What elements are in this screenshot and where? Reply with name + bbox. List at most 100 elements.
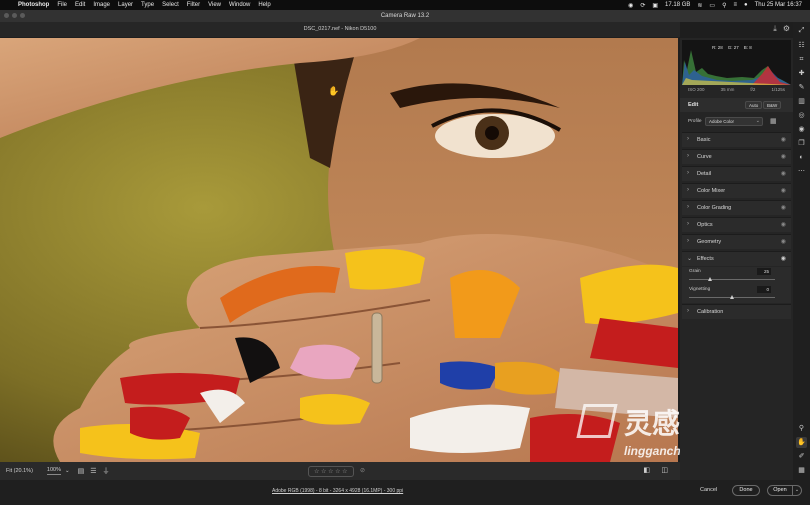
creative-cloud-icon[interactable]: ◉ [628,2,633,9]
radial-filter-icon[interactable]: ◎ [796,110,807,121]
search-icon[interactable]: ⚲ [722,2,726,9]
visibility-eye-icon[interactable]: ◉ [781,170,786,177]
menu-filter[interactable]: Filter [187,2,200,8]
section-calibration[interactable]: › Calibration [682,304,791,319]
section-color-mixer[interactable]: › Color Mixer ◉ [682,183,791,198]
section-color-grading[interactable]: › Color Grading ◉ [682,200,791,215]
exif-iso: ISO 200 [688,87,705,92]
zoom-tool-icon[interactable]: ⚲ [796,423,807,434]
cancel-button[interactable]: Cancel [700,487,717,493]
menu-app-name[interactable]: Photoshop [18,2,49,8]
section-curve[interactable]: › Curve ◉ [682,149,791,164]
menu-type[interactable]: Type [141,2,154,8]
profile-dropdown-value: Adobe Color [709,119,735,124]
sync-icon[interactable]: ⟳ [640,2,645,9]
exif-info: ISO 200 35 mm f/2 1/125s [680,87,793,97]
menu-layer[interactable]: Layer [118,2,133,8]
chevron-right-icon: › [687,204,689,210]
profile-row: Profile Adobe Color ⌄ ▦ [680,116,793,128]
wifi-icon[interactable]: ≋ [697,2,702,9]
grain-value-field[interactable]: 25 [757,268,771,275]
red-eye-icon[interactable]: ◉ [796,124,807,135]
section-optics[interactable]: › Optics ◉ [682,217,791,232]
auto-button[interactable]: Auto [745,101,763,109]
menu-edit[interactable]: Edit [75,2,85,8]
save-image-icon[interactable]: ⤓ [773,24,777,34]
close-window-button[interactable] [4,13,9,18]
grain-slider-row: Grain 25 [682,267,791,285]
expand-icon[interactable]: ⤢ [796,25,807,36]
vignetting-label: Vignetting [689,287,711,292]
healing-icon[interactable]: ✚ [796,68,807,79]
visibility-eye-icon[interactable]: ◉ [781,153,786,160]
section-basic[interactable]: › Basic ◉ [682,132,791,147]
done-button[interactable]: Done [732,485,760,496]
menu-select[interactable]: Select [162,2,179,8]
open-button[interactable]: Open [767,485,793,496]
crop-icon[interactable]: ⌗ [796,54,807,65]
visibility-eye-icon[interactable]: ◉ [781,238,786,245]
open-options-chevron-icon[interactable]: ⌄ [793,485,802,496]
memory-readout[interactable]: 17.18 GB [665,2,690,8]
vignetting-value-field[interactable]: 0 [757,286,771,293]
section-basic-label: Basic [697,137,711,143]
chevron-right-icon: › [687,136,689,142]
section-detail[interactable]: › Detail ◉ [682,166,791,181]
vignetting-slider-thumb[interactable] [729,295,734,299]
snapshots-icon[interactable]: ❐ [796,138,807,149]
menu-window[interactable]: Window [229,2,250,8]
hand-tool-icon[interactable]: ✋ [796,437,807,448]
star-rating[interactable]: ☆ ☆ ☆ ☆ ☆ [308,466,354,477]
section-geometry[interactable]: › Geometry ◉ [682,234,791,249]
before-after-icon[interactable]: ◧ [643,466,650,474]
zoom-100-button[interactable]: 100% [46,467,61,475]
profile-browser-icon[interactable]: ▦ [770,117,777,125]
chevron-right-icon: › [687,221,689,227]
zoom-dropdown-chevron-icon[interactable]: ⌄ [65,468,70,474]
settings-gear-icon[interactable]: ⚙ [783,24,790,34]
battery-icon[interactable]: ▭ [709,2,715,9]
menu-help[interactable]: Help [258,2,270,8]
edit-sliders-icon[interactable]: ☷ [796,40,807,51]
siri-icon[interactable]: ● [744,2,748,8]
control-center-icon[interactable]: ≡ [733,2,737,8]
workflow-options-link[interactable]: Adobe RGB (1998) - 8 bit - 3264 x 4928 (… [272,488,403,494]
visibility-eye-icon[interactable]: ◉ [781,255,786,262]
visibility-eye-icon[interactable]: ◉ [781,187,786,194]
eyedropper-icon[interactable]: ✐ [796,451,807,462]
filter-icon[interactable]: ⏚ [103,466,110,476]
bw-button[interactable]: B&W [763,101,782,109]
memory-chip-icon[interactable]: ▣ [652,2,658,9]
sort-icon[interactable]: ☰ [90,467,96,475]
edit-heading: Edit [688,102,699,108]
grain-slider-track[interactable] [689,279,775,280]
photo-canvas[interactable]: ✋ [0,38,678,462]
flag-icon[interactable]: ⊘ [360,467,365,474]
grain-slider-thumb[interactable] [708,277,712,281]
visibility-eye-icon[interactable]: ◉ [781,136,786,143]
menu-file[interactable]: File [57,2,67,8]
presets-icon[interactable]: ◐ [796,152,807,163]
document-subtitle: DSC_0217.nef - Nikon D5100 [0,22,680,37]
visibility-eye-icon[interactable]: ◉ [781,204,786,211]
clock[interactable]: Thu 25 Mar 16:37 [755,2,802,8]
grid-overlay-icon[interactable]: ▦ [796,465,807,476]
graduated-filter-icon[interactable]: ▥ [796,96,807,107]
adjustment-brush-icon[interactable]: ✎ [796,82,807,93]
section-effects[interactable]: ⌄ Effects ◉ [682,251,791,266]
profile-dropdown[interactable]: Adobe Color ⌄ [705,117,763,126]
compare-view-icon[interactable]: ◫ [661,466,668,474]
minimize-window-button[interactable] [12,13,17,18]
fit-zoom-label[interactable]: Fit (20.1%) [6,468,33,474]
exif-focal-length: 35 mm [720,87,735,92]
tool-strip: ⤢ ☷ ⌗ ✚ ✎ ▥ ◎ ◉ ❐ ◐ ⋯ ⚲ ✋ ✐ ▦ [793,22,810,480]
profile-label: Profile [688,119,702,124]
svg-text:✋: ✋ [328,85,339,97]
filmstrip-icon[interactable]: ▤ [78,467,85,475]
zoom-window-button[interactable] [20,13,25,18]
visibility-eye-icon[interactable]: ◉ [781,221,786,228]
section-curve-label: Curve [697,154,712,160]
more-options-icon[interactable]: ⋯ [796,166,807,177]
menu-image[interactable]: Image [93,2,110,8]
menu-view[interactable]: View [208,2,221,8]
